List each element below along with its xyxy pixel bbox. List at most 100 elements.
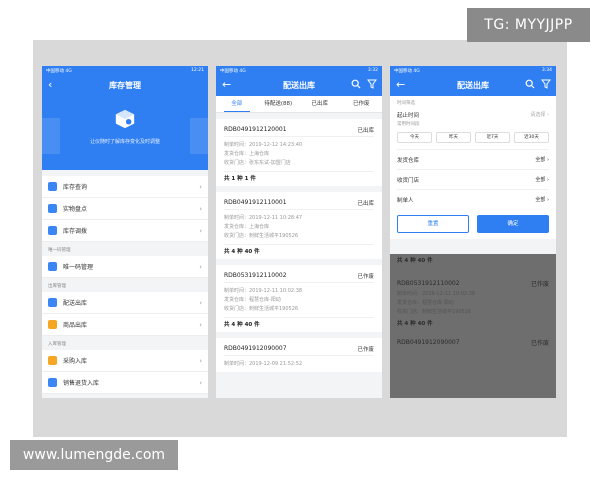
menu-item-return-inbound[interactable]: 销售退货入库 › (42, 372, 208, 394)
purchase-icon (48, 356, 57, 365)
menu-item-label: 销售退货入库 (63, 380, 100, 387)
status-bar: 中国移动 4G 3:34 (390, 66, 556, 75)
order-card[interactable]: RDB0491912090007 已作废 制单时间：2019-12-09 21:… (216, 338, 382, 372)
watermark-tg: TG: MYYJJPP (467, 8, 590, 42)
box-gear-icon (115, 109, 135, 129)
order-time: 制单时间：2019-12-11 10:02:38 (224, 288, 303, 294)
clock-label: 12:21 (191, 68, 204, 73)
menu-item-goods-outbound[interactable]: 商品出库 › (42, 314, 208, 336)
order-status: 已出库 (357, 200, 374, 207)
filter-value-text: 全部 (535, 197, 546, 203)
quick-range-chips: 今天 昨天 近7天 近30天 (397, 132, 549, 143)
order-summary: 共 4 种 40 件 (397, 321, 433, 327)
date-range-label: 起止时间 (397, 112, 420, 119)
tab-all[interactable]: 全部 (216, 96, 258, 112)
carrier-label: 中国移动 4G (394, 68, 420, 74)
carrier-label: 中国移动 4G (220, 68, 246, 74)
barcode-icon (48, 262, 57, 271)
tab-voided[interactable]: 已作废 (341, 96, 383, 112)
menu-list: 库存查询 › 实物盘点 › 库存调拨 › 唯一码管理 唯一码管理 › 出库管理 (42, 170, 208, 394)
order-store: 收货门店：张东东试-加盟门店 (224, 160, 291, 166)
menu-item-label: 唯一码管理 (63, 264, 94, 271)
tab-shipped[interactable]: 已出库 (299, 96, 341, 112)
section-title: 出库管理 (48, 284, 66, 289)
carrier-label: 中国移动 4G (46, 68, 72, 74)
page-title: 配送出库 (457, 81, 489, 90)
order-id: RDB0491912090007 (224, 345, 287, 352)
order-header: RDB0531912110002 已作废 (397, 276, 549, 290)
menu-item-label: 实物盘点 (63, 206, 88, 213)
time-filter-label: 时间筛选 (397, 101, 415, 106)
transfer-icon (48, 226, 57, 235)
watermark-site: www.lumengde.com (10, 440, 178, 470)
order-summary: 共 4 种 40 件 (397, 258, 433, 264)
chevron-right-icon: › (199, 262, 202, 271)
tab-pending[interactable]: 待配送(88) (258, 96, 300, 112)
filter-warehouse[interactable]: 发货仓库 全部 › (397, 149, 549, 169)
filter-icon[interactable] (367, 79, 377, 89)
order-card[interactable]: RDB0491912110001 已出库 制单时间：2019-12-11 10:… (216, 192, 382, 259)
order-card[interactable]: RDB0531912110002 已作废 制单时间：2019-12-11 10:… (216, 265, 382, 332)
status-bar: 中国移动 4G 3:32 (216, 66, 382, 75)
chip-yesterday[interactable]: 昨天 (436, 132, 471, 143)
chevron-right-icon: › (199, 378, 202, 387)
dimmed-overlay[interactable]: 共 4 种 40 件 RDB0531912110002 已作废 制单时间：201… (390, 254, 556, 398)
order-time: 制单时间：2019-12-11 10:28:47 (224, 215, 303, 221)
chevron-right-icon: › (199, 182, 202, 191)
order-time: 制单时间：2019-12-11 10:02:38 (397, 291, 476, 297)
filter-store[interactable]: 收货门店 全部 › (397, 169, 549, 189)
filter-value-text: 全部 (535, 177, 546, 183)
order-card[interactable]: RDB0491912120001 已出库 制单时间：2019-12-12 14:… (216, 119, 382, 186)
order-details: 制单时间：2019-12-12 14:23:40 发货仓库：上海仓库 收货门店：… (224, 137, 374, 172)
order-status: 已作废 (530, 280, 549, 288)
chevron-right-icon: › (199, 320, 202, 329)
status-bar: 中国移动 4G 12:21 (42, 66, 208, 75)
chip-today[interactable]: 今天 (397, 132, 432, 143)
clock-label: 3:32 (367, 68, 378, 73)
filter-panel: 时间筛选 起止时间 请选择 › 常用时间段 今天 昨天 近7天 近30天 发货仓… (390, 96, 556, 239)
confirm-button[interactable]: 确定 (477, 215, 549, 233)
menu-item-inventory-query[interactable]: 库存查询 › (42, 176, 208, 198)
order-header: RDB0491912120001 已出库 (224, 123, 374, 137)
filter-value: 全部 › (535, 197, 549, 203)
page-title: 库存管理 (109, 81, 141, 90)
hero-banner: 让仪随时了解库存变化及时调整 (42, 96, 208, 170)
menu-item-delivery-outbound[interactable]: 配送出库 › (42, 292, 208, 314)
menu-item-label: 库存调拨 (63, 228, 88, 235)
chip-last-30-days[interactable]: 近30天 (514, 132, 549, 143)
search-icon[interactable] (525, 79, 535, 89)
back-icon[interactable]: ‹ (48, 78, 52, 91)
nav-actions (351, 79, 377, 89)
phone-delivery-filter: 中国移动 4G 3:34 ← 配送出库 时间筛选 起止时间 请选择 › 常用时间… (390, 66, 556, 398)
filter-label: 制单人 (397, 197, 414, 204)
order-time: 制单时间：2019-12-09 21:52:52 (224, 361, 303, 367)
filter-icon[interactable] (541, 79, 551, 89)
date-range-row[interactable]: 起止时间 请选择 › (397, 108, 549, 121)
search-icon[interactable] (351, 79, 361, 89)
chevron-right-icon: › (199, 356, 202, 365)
order-id: RDB0531912110002 (224, 272, 287, 279)
date-range-value: 请选择 › (530, 112, 549, 118)
menu-item-unique-code[interactable]: 唯一码管理 › (42, 256, 208, 278)
order-details: 制单时间：2019-12-09 21:52:52 (224, 356, 374, 372)
back-arrow-icon[interactable]: ← (222, 78, 231, 91)
chevron-right-icon: › (199, 298, 202, 307)
query-icon (48, 182, 57, 191)
menu-item-label: 库存查询 (63, 184, 88, 191)
chip-last-7-days[interactable]: 近7天 (475, 132, 510, 143)
filter-creator[interactable]: 制单人 全部 › (397, 189, 549, 209)
order-warehouse: 发货仓库：上海仓库 (224, 224, 270, 230)
order-status: 已作废 (357, 346, 374, 353)
filter-label: 收货门店 (397, 177, 420, 184)
page-title: 配送出库 (283, 81, 315, 90)
filter-value: 全部 › (535, 177, 549, 183)
chevron-right-icon: › (199, 226, 202, 235)
menu-item-transfer[interactable]: 库存调拨 › (42, 220, 208, 242)
menu-item-label: 配送出库 (63, 300, 88, 307)
order-header: RDB0491912090007 已作废 (224, 342, 374, 356)
back-arrow-icon[interactable]: ← (396, 78, 405, 91)
reset-button[interactable]: 重置 (397, 215, 469, 233)
order-store: 收货门店：刺鲜生活城平190526 (224, 233, 299, 239)
menu-item-stocktake[interactable]: 实物盘点 › (42, 198, 208, 220)
menu-item-purchase-inbound[interactable]: 采购入库 › (42, 350, 208, 372)
